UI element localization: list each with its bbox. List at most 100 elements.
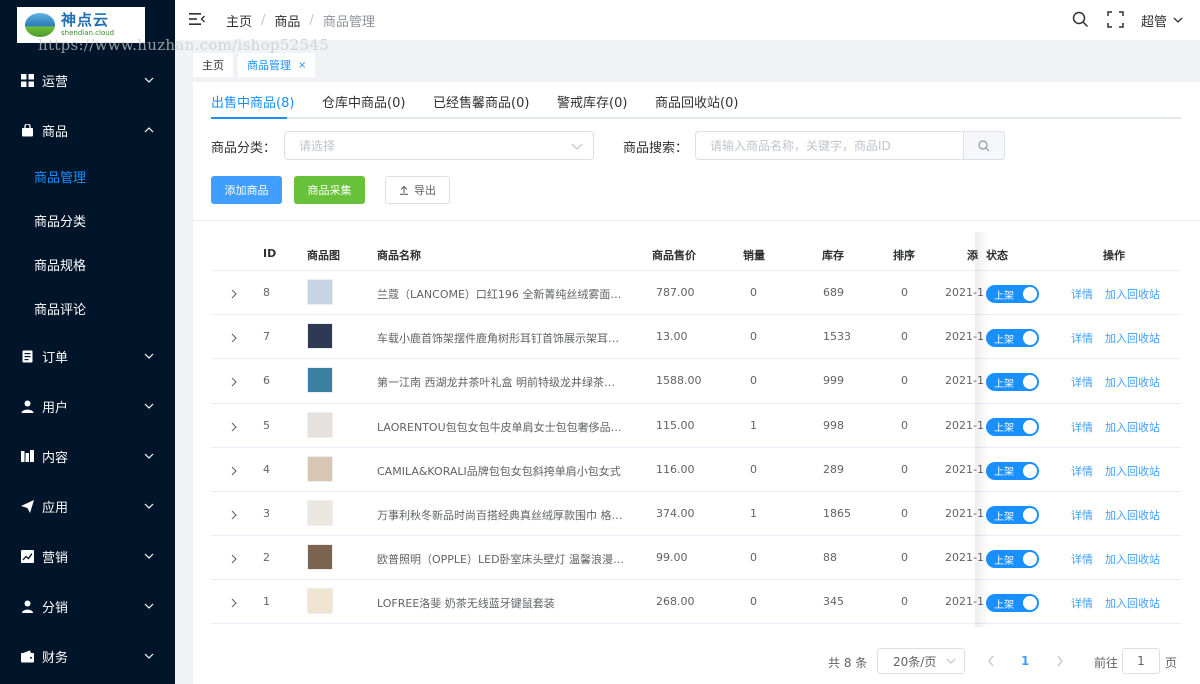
tab-in-warehouse[interactable]: 仓库中商品(0) bbox=[322, 92, 405, 111]
collect-product-button[interactable]: 商品采集 bbox=[294, 176, 365, 204]
detail-link[interactable]: 详情 bbox=[1071, 330, 1093, 346]
status-switch[interactable]: 上架 bbox=[986, 550, 1039, 568]
detail-link[interactable]: 详情 bbox=[1071, 595, 1093, 611]
status-switch[interactable]: 上架 bbox=[986, 462, 1039, 480]
tag-home[interactable]: 主页 bbox=[193, 53, 233, 77]
expand-row-icon[interactable] bbox=[229, 288, 239, 298]
status-switch-label: 上架 bbox=[994, 419, 1014, 434]
table-row: 4CAMILA&KORALI品牌包包女包斜挎单肩小包女式116.00028902… bbox=[211, 447, 1181, 491]
chevron-down-icon bbox=[143, 600, 155, 612]
sidebar-group-1[interactable]: 商品 bbox=[0, 110, 175, 150]
status-switch[interactable]: 上架 bbox=[986, 329, 1039, 347]
expand-row-icon[interactable] bbox=[229, 465, 239, 475]
menu-fold-icon[interactable] bbox=[189, 12, 205, 26]
logo[interactable]: 神点云 shendian.cloud bbox=[17, 7, 145, 43]
product-thumbnail[interactable] bbox=[307, 544, 333, 570]
breadcrumb-goods[interactable]: 商品 bbox=[274, 11, 300, 30]
tab-recycle-bin[interactable]: 商品回收站(0) bbox=[655, 92, 738, 111]
recycle-link[interactable]: 加入回收站 bbox=[1105, 419, 1160, 435]
search-button[interactable] bbox=[963, 131, 1005, 160]
logo-subtitle: shendian.cloud bbox=[61, 30, 114, 37]
expand-row-icon[interactable] bbox=[229, 376, 239, 386]
top-header: 主页 / 商品 / 商品管理 超管 bbox=[175, 0, 1200, 40]
product-thumbnail[interactable] bbox=[307, 279, 333, 305]
pagination-total: 共 8 条 bbox=[828, 654, 867, 671]
status-switch[interactable]: 上架 bbox=[986, 506, 1039, 524]
chevron-down-icon bbox=[143, 400, 155, 412]
recycle-link[interactable]: 加入回收站 bbox=[1105, 551, 1160, 567]
expand-row-icon[interactable] bbox=[229, 509, 239, 519]
tab-on-sale[interactable]: 出售中商品(8) bbox=[211, 92, 294, 111]
chevron-down-icon bbox=[143, 74, 155, 86]
sidebar-group-2[interactable]: 订单 bbox=[0, 336, 175, 376]
tab-sold-out[interactable]: 已经售馨商品(0) bbox=[433, 92, 529, 111]
add-product-button[interactable]: 添加商品 bbox=[211, 176, 282, 204]
export-button[interactable]: 导出 bbox=[385, 176, 450, 204]
search-icon[interactable] bbox=[1072, 11, 1089, 28]
status-switch[interactable]: 上架 bbox=[986, 594, 1039, 612]
close-icon[interactable]: × bbox=[298, 60, 306, 71]
status-switch-label: 上架 bbox=[994, 375, 1014, 390]
expand-row-icon[interactable] bbox=[229, 553, 239, 563]
th-image: 商品图 bbox=[307, 247, 340, 263]
sidebar-group-3[interactable]: 用户 bbox=[0, 386, 175, 426]
product-thumbnail[interactable] bbox=[307, 500, 333, 526]
cell-price: 268.00 bbox=[656, 595, 695, 608]
recycle-link[interactable]: 加入回收站 bbox=[1105, 330, 1160, 346]
status-switch[interactable]: 上架 bbox=[986, 418, 1039, 436]
page-size-select[interactable]: 20条/页 bbox=[877, 648, 965, 674]
detail-link[interactable]: 详情 bbox=[1071, 551, 1093, 567]
sidebar-group-5[interactable]: 应用 bbox=[0, 486, 175, 526]
sidebar-group-4[interactable]: 内容 bbox=[0, 436, 175, 476]
fullscreen-icon[interactable] bbox=[1107, 11, 1124, 28]
cell-name: 万事利秋冬新品时尚百搭经典真丝绒厚款围巾 格… bbox=[377, 507, 625, 523]
expand-row-icon[interactable] bbox=[229, 421, 239, 431]
cell-sales: 0 bbox=[750, 374, 757, 387]
detail-link[interactable]: 详情 bbox=[1071, 507, 1093, 523]
category-select[interactable]: 请选择 bbox=[284, 131, 594, 160]
product-thumbnail[interactable] bbox=[307, 367, 333, 393]
detail-link[interactable]: 详情 bbox=[1071, 286, 1093, 302]
sidebar-group-8[interactable]: 财务 bbox=[0, 636, 175, 676]
product-thumbnail[interactable] bbox=[307, 323, 333, 349]
cell-sort: 0 bbox=[901, 286, 908, 299]
detail-link[interactable]: 详情 bbox=[1071, 374, 1093, 390]
expand-row-icon[interactable] bbox=[229, 332, 239, 342]
sidebar-group-6[interactable]: 营销 bbox=[0, 536, 175, 576]
sidebar: 神点云 shendian.cloud 运营商品商品管理商品分类商品规格商品评论订… bbox=[0, 0, 175, 684]
product-thumbnail[interactable] bbox=[307, 412, 333, 438]
status-switch[interactable]: 上架 bbox=[986, 373, 1039, 391]
sidebar-subitem-3[interactable]: 商品评论 bbox=[0, 288, 175, 328]
recycle-link[interactable]: 加入回收站 bbox=[1105, 374, 1160, 390]
prev-page-icon[interactable] bbox=[987, 655, 995, 667]
search-input[interactable]: 请输入商品名称，关键字，商品ID bbox=[695, 131, 965, 160]
product-thumbnail[interactable] bbox=[307, 588, 333, 614]
category-placeholder: 请选择 bbox=[299, 137, 335, 154]
expand-row-icon[interactable] bbox=[229, 597, 239, 607]
product-thumbnail[interactable] bbox=[307, 456, 333, 482]
breadcrumb-home[interactable]: 主页 bbox=[226, 11, 252, 30]
next-page-icon[interactable] bbox=[1056, 655, 1064, 667]
sidebar-subitem-0[interactable]: 商品管理 bbox=[0, 156, 175, 196]
user-menu[interactable]: 超管 bbox=[1141, 0, 1183, 40]
recycle-link[interactable]: 加入回收站 bbox=[1105, 463, 1160, 479]
tab-low-stock[interactable]: 警戒库存(0) bbox=[557, 92, 627, 111]
sidebar-group-7[interactable]: 分销 bbox=[0, 586, 175, 626]
sidebar-group-label: 财务 bbox=[42, 647, 68, 666]
tag-label: 主页 bbox=[202, 57, 224, 73]
sidebar-subitem-1[interactable]: 商品分类 bbox=[0, 200, 175, 240]
detail-link[interactable]: 详情 bbox=[1071, 463, 1093, 479]
table-bottom-border bbox=[211, 623, 1181, 624]
recycle-link[interactable]: 加入回收站 bbox=[1105, 595, 1160, 611]
sidebar-group-0[interactable]: 运营 bbox=[0, 60, 175, 100]
table-row: 1LOFREE洛斐 奶茶无线蓝牙键鼠套装268.00034502021-1上架详… bbox=[211, 579, 1181, 623]
recycle-link[interactable]: 加入回收站 bbox=[1105, 507, 1160, 523]
tag-goods-manage[interactable]: 商品管理 × bbox=[238, 53, 315, 77]
goto-page-input[interactable]: 1 bbox=[1122, 648, 1160, 674]
recycle-link[interactable]: 加入回收站 bbox=[1105, 286, 1160, 302]
breadcrumb-separator: / bbox=[261, 13, 265, 28]
sidebar-subitem-2[interactable]: 商品规格 bbox=[0, 244, 175, 284]
status-switch[interactable]: 上架 bbox=[986, 285, 1039, 303]
detail-link[interactable]: 详情 bbox=[1071, 419, 1093, 435]
page-number-current[interactable]: 1 bbox=[1021, 654, 1029, 668]
